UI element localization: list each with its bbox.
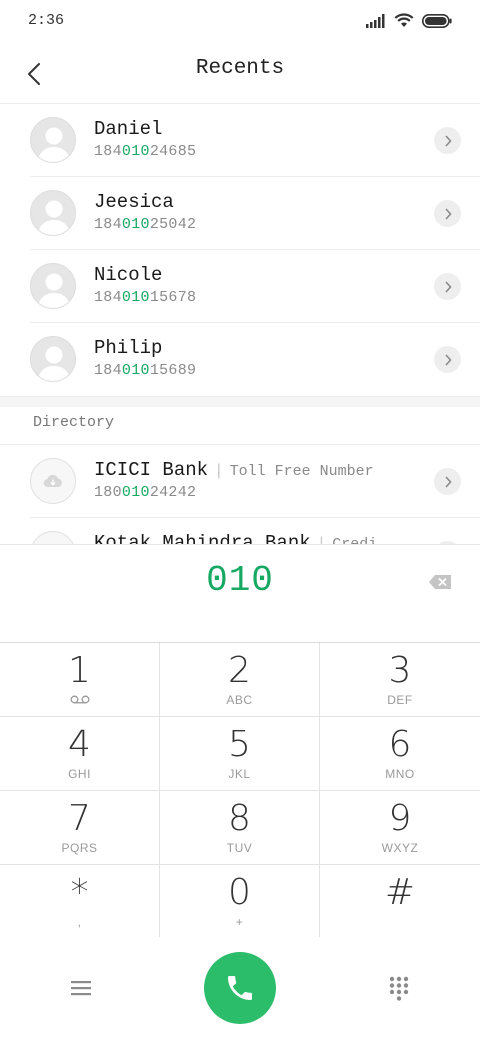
- contact-list[interactable]: Daniel 18401024685 Jeesica 18401025042 N…: [0, 104, 480, 544]
- backspace-icon: [429, 575, 451, 589]
- contact-number: 18401024685: [94, 143, 197, 160]
- key-7[interactable]: 7 PQRS: [0, 791, 160, 865]
- contact-name: Daniel: [94, 118, 163, 140]
- backspace-button[interactable]: [426, 570, 454, 594]
- contact-name: Nicole: [94, 264, 163, 286]
- key-5[interactable]: 5 JKL: [160, 717, 320, 791]
- chevron-right-icon: [444, 475, 452, 488]
- contact-number: 18401025042: [94, 216, 197, 233]
- contact-number: 18401015678: [94, 289, 197, 306]
- voicemail-icon: [70, 695, 89, 704]
- menu-icon: [71, 981, 91, 996]
- business-name: Kotak Mahindra Bank: [94, 532, 311, 544]
- avatar: [30, 336, 76, 382]
- key-4[interactable]: 4 GHI: [0, 717, 160, 791]
- section-header-directory: Directory: [33, 414, 115, 431]
- business-subtitle: Credi: [332, 536, 377, 544]
- chevron-right-icon: [444, 134, 452, 147]
- dialed-number: 010: [206, 560, 274, 601]
- key-0[interactable]: 0 +: [160, 865, 320, 939]
- key-6[interactable]: 6 MNO: [320, 717, 480, 791]
- status-icons: [366, 13, 452, 28]
- chevron-right-icon: [444, 280, 452, 293]
- signal-icon: [366, 13, 385, 28]
- chevron-right-icon: [444, 207, 452, 220]
- business-subtitle: Toll Free Number: [229, 463, 374, 480]
- cloud-download-icon: [43, 474, 62, 488]
- status-time: 2:36: [28, 12, 65, 29]
- contact-number: 18401015689: [94, 362, 197, 379]
- wifi-icon: [394, 13, 414, 27]
- bottom-bar: [0, 937, 480, 1040]
- person-icon: [37, 273, 71, 308]
- key-3[interactable]: 3 DEF: [320, 643, 480, 717]
- details-button[interactable]: [434, 273, 461, 300]
- details-button[interactable]: [434, 468, 461, 495]
- list-item[interactable]: Daniel 18401024685: [30, 104, 480, 177]
- keypad: 1 2 ABC 3 DEF 4 GHI 5 JKL 6 MNO 7 PQRS 8…: [0, 642, 480, 939]
- status-bar: 2:36: [0, 0, 480, 44]
- list-item[interactable]: Nicole 18401015678: [30, 250, 480, 323]
- person-icon: [37, 200, 71, 235]
- key-hash[interactable]: #: [320, 865, 480, 939]
- key-1[interactable]: 1: [0, 643, 160, 717]
- directory-item[interactable]: Kotak Mahindra Bank|Credi: [30, 518, 480, 544]
- business-name: ICICI Bank: [94, 459, 209, 481]
- menu-button[interactable]: [62, 972, 100, 1004]
- list-item[interactable]: Philip 18401015689: [30, 323, 480, 396]
- avatar: [30, 531, 76, 544]
- details-button[interactable]: [434, 346, 461, 373]
- battery-icon: [422, 13, 452, 28]
- directory-item[interactable]: ICICI Bank | Toll Free Number 18001024242: [30, 445, 480, 518]
- chevron-right-icon: [444, 353, 452, 366]
- dialpad-toggle-button[interactable]: [382, 972, 416, 1006]
- key-star[interactable]: * ,: [0, 865, 160, 939]
- phone-icon: [228, 976, 252, 1000]
- avatar: [30, 117, 76, 163]
- directory-entry-title: ICICI Bank | Toll Free Number: [94, 459, 374, 481]
- dial-display: 010: [0, 544, 480, 642]
- person-icon: [37, 346, 71, 381]
- contact-name: Jeesica: [94, 191, 174, 213]
- directory-entry-title: Kotak Mahindra Bank|Credi: [94, 532, 377, 544]
- list-item[interactable]: Jeesica 18401025042: [30, 177, 480, 250]
- section-divider: [0, 396, 480, 407]
- key-2[interactable]: 2 ABC: [160, 643, 320, 717]
- avatar: [30, 458, 76, 504]
- details-button[interactable]: [434, 200, 461, 227]
- contact-number: 18001024242: [94, 484, 197, 501]
- dialpad-icon: [389, 976, 409, 1001]
- header: Recents: [0, 44, 480, 104]
- avatar: [30, 190, 76, 236]
- page-title: Recents: [195, 57, 285, 80]
- person-icon: [37, 127, 71, 162]
- key-8[interactable]: 8 TUV: [160, 791, 320, 865]
- key-9[interactable]: 9 WXYZ: [320, 791, 480, 865]
- call-button[interactable]: [204, 952, 276, 1024]
- avatar: [30, 263, 76, 309]
- contact-name: Philip: [94, 337, 163, 359]
- details-button[interactable]: [434, 127, 461, 154]
